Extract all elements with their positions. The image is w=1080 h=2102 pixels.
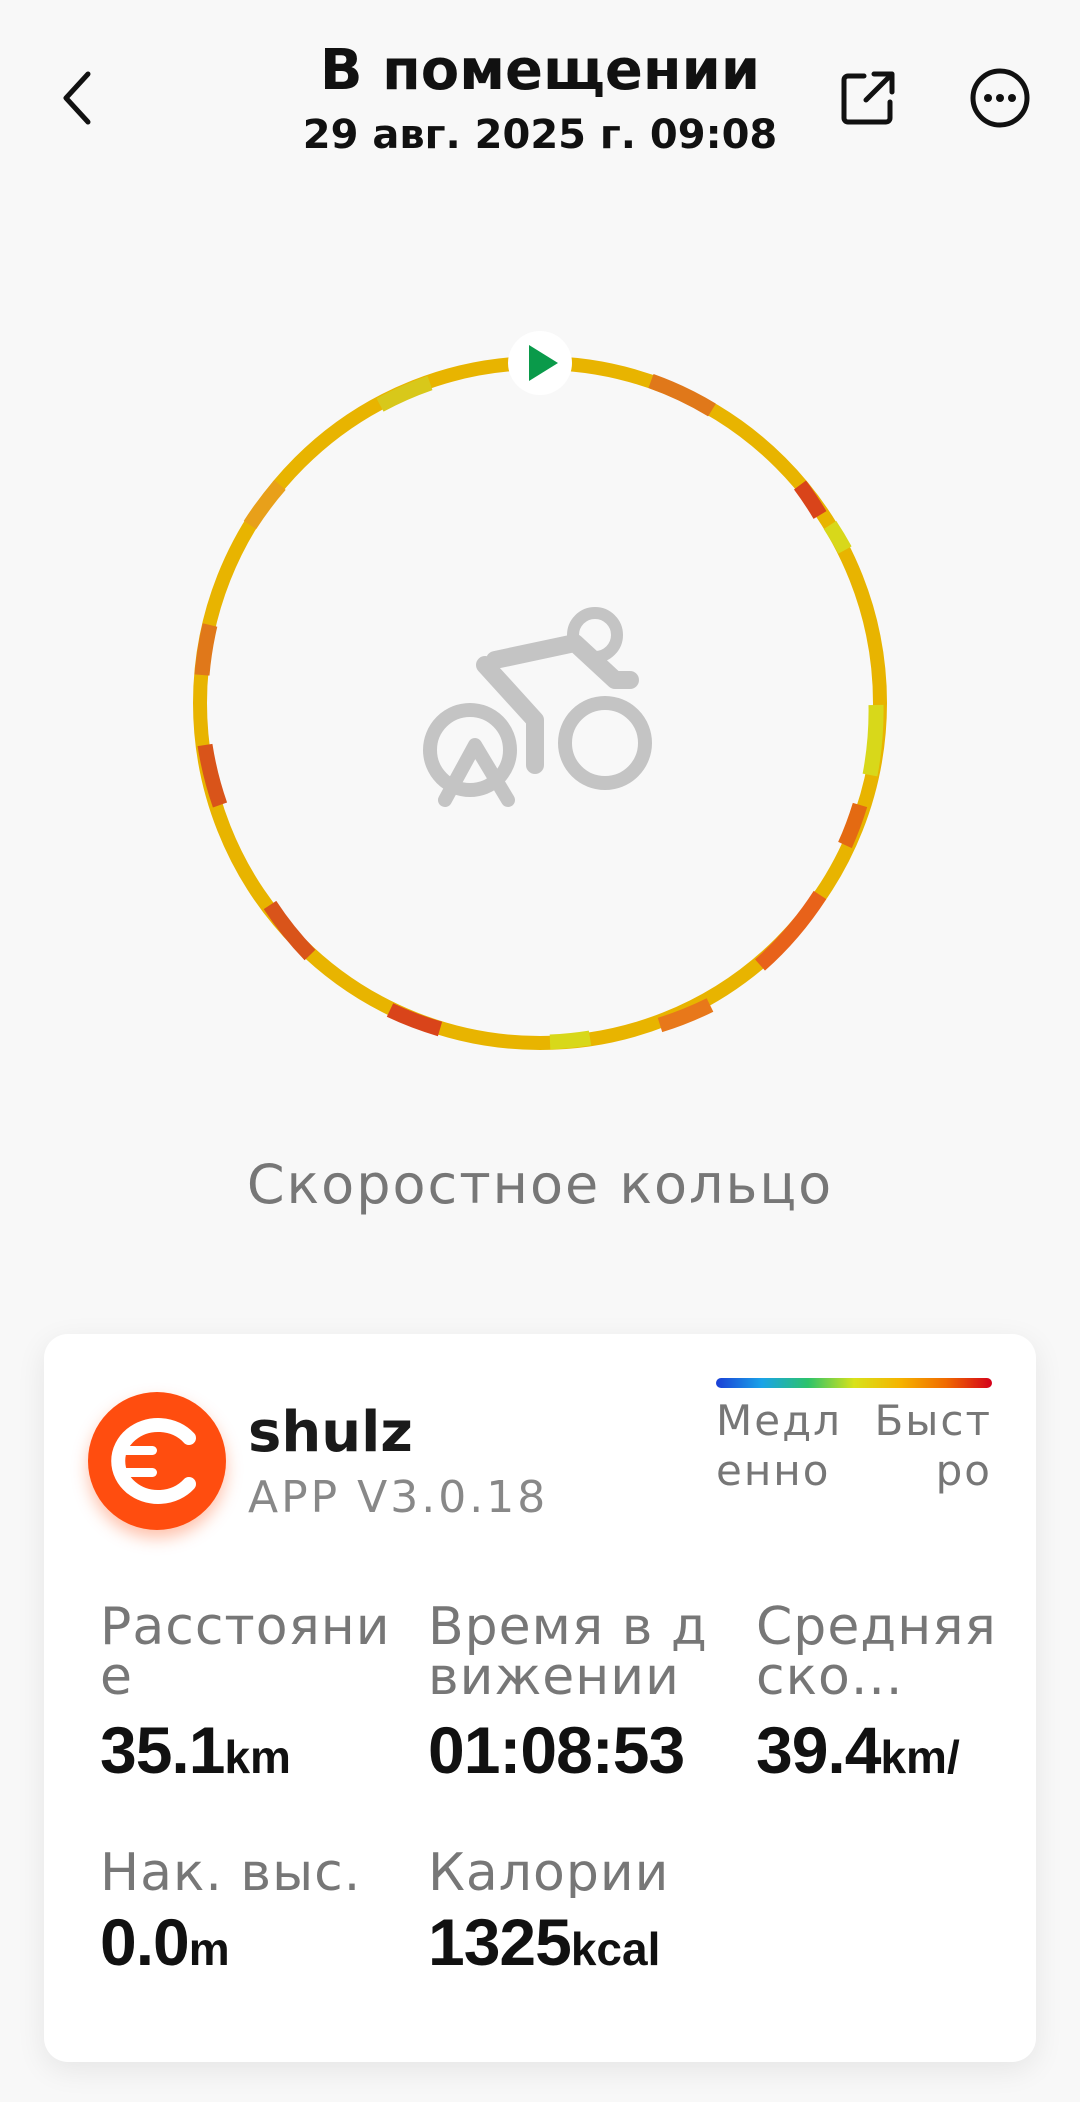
stat-label: Время в движении bbox=[428, 1602, 708, 1702]
stat-value: 35.1 bbox=[100, 1713, 225, 1787]
stat-unit: km bbox=[224, 1731, 291, 1783]
legend-fast-label: Быстро bbox=[874, 1396, 992, 1495]
stat-value: 1325 bbox=[428, 1905, 572, 1979]
stat-value: 39.4 bbox=[756, 1713, 881, 1787]
stat-avg-speed: Средняя ско... 39.4km/ bbox=[756, 1602, 1016, 1788]
summary-card: shulz APP V3.0.18 Медленно Быстро Рассто… bbox=[44, 1334, 1036, 2062]
stat-label: Расстояние bbox=[100, 1602, 391, 1702]
more-button[interactable] bbox=[962, 60, 1038, 136]
stat-elevation-gain: Нак. выс. 0.0m bbox=[100, 1848, 410, 1980]
share-external-icon bbox=[841, 71, 895, 125]
stat-unit: m bbox=[188, 1923, 230, 1975]
top-bar: В помещении 29 авг. 2025 г. 09:08 bbox=[0, 0, 1080, 180]
speed-legend-gradient bbox=[716, 1378, 992, 1388]
legend-slow-label: Медленно bbox=[716, 1396, 842, 1495]
ring-label: Скоростное кольцо bbox=[246, 1153, 834, 1216]
stat-label: Калории bbox=[428, 1848, 670, 1898]
stat-unit: km/ bbox=[880, 1731, 960, 1783]
speed-ring bbox=[190, 325, 890, 1075]
stat-moving-time: Время в движении 01:08:53 bbox=[428, 1602, 738, 1788]
cyclist-icon bbox=[423, 607, 652, 807]
app-logo-icon bbox=[88, 1392, 226, 1530]
play-icon bbox=[508, 331, 572, 395]
stat-label: Нак. выс. bbox=[100, 1848, 362, 1898]
stat-distance: Расстояние 35.1km bbox=[100, 1602, 410, 1788]
page-title: В помещении bbox=[319, 38, 761, 103]
stat-label: Средняя ско... bbox=[756, 1602, 997, 1702]
activity-datetime: 29 авг. 2025 г. 09:08 bbox=[302, 112, 778, 158]
stat-calories: Калории 1325kcal bbox=[428, 1848, 738, 1980]
chevron-left-icon bbox=[63, 71, 91, 125]
stat-value: 0.0 bbox=[100, 1905, 190, 1979]
user-name: shulz bbox=[248, 1400, 413, 1465]
stat-unit: kcal bbox=[570, 1923, 661, 1975]
app-version: APP V3.0.18 bbox=[248, 1472, 549, 1523]
share-button[interactable] bbox=[830, 60, 906, 136]
stat-value: 01:08:53 bbox=[428, 1713, 685, 1787]
more-dots-icon bbox=[970, 68, 1030, 128]
back-button[interactable] bbox=[40, 60, 116, 136]
